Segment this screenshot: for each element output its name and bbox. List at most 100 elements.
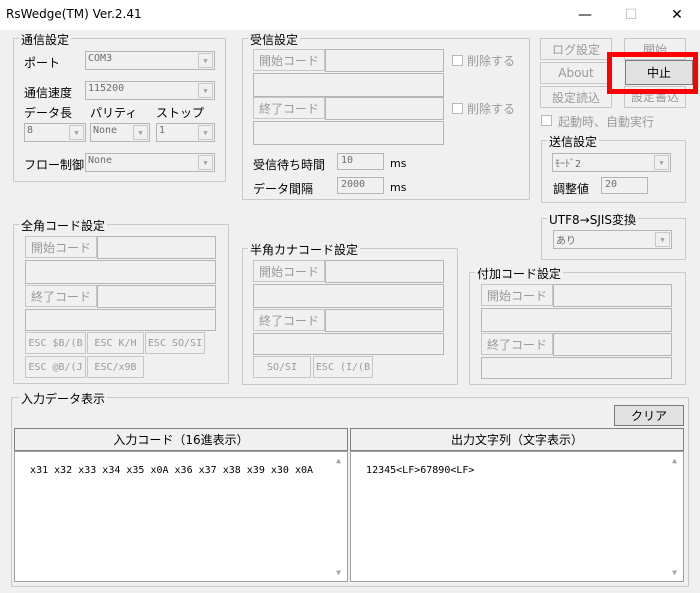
maximize-button[interactable]: ☐ [608,0,654,30]
data-interval-unit: ms [390,181,407,194]
parity-label: パリティ [90,106,138,120]
receive-start-code-field[interactable] [325,49,444,72]
input-code-header: 入力コード（16進表示） [14,428,348,451]
parity-select[interactable]: None ▼ [90,123,150,142]
esc-x9b-button[interactable]: ESC/x9B [87,356,144,378]
scroll-down-icon[interactable]: ▼ [666,564,683,581]
fullwidth-end-code-button[interactable]: 終了コード [25,285,97,307]
close-button[interactable]: ✕ [654,0,700,30]
load-settings-button[interactable]: 設定読込 [540,86,612,108]
comm-settings-legend: 通信設定 [19,31,72,48]
scroll-up-icon[interactable]: ▲ [666,452,683,469]
stop-bits-label: ストップ [156,106,205,120]
adjust-label: 調整値 [553,182,590,196]
highlight-box [607,52,698,94]
output-string-pane[interactable]: 12345<LF>67890<LF> ▲ ▼ [350,451,684,582]
adjust-input[interactable]: 20 [601,177,648,194]
halfkana-end-code-field[interactable] [325,309,444,332]
halfkana-start-code-button[interactable]: 開始コード [253,260,325,282]
speed-label: 通信速度 [24,86,73,100]
esc-b-j-button[interactable]: ESC @B/(J [25,356,86,378]
esc-kh-button[interactable]: ESC K/H [87,332,144,354]
title-bar: RsWedge(TM) Ver.2.41 — ☐ ✕ [0,0,700,30]
scroll-down-icon[interactable]: ▼ [330,564,347,581]
stop-bits-select[interactable]: 1 ▼ [156,123,215,142]
flow-control-label: フロー制御 [24,158,85,172]
flow-control-value: None [88,155,113,166]
autorun-label: 起動時、自動実行 [558,115,655,129]
add-end-code-value[interactable] [481,357,672,379]
add-code-legend: 付加コード設定 [475,265,564,282]
clear-button[interactable]: クリア [614,405,684,426]
chevron-down-icon: ▼ [198,125,213,140]
data-length-value: 8 [27,125,34,136]
receive-end-delete-label: 削除する [467,102,516,116]
chevron-down-icon: ▼ [133,125,148,140]
esc-so-si-button[interactable]: ESC SO/SI [145,332,205,354]
fullwidth-end-code-field[interactable] [97,285,216,308]
fullwidth-code-legend: 全角コード設定 [19,217,108,234]
receive-wait-label: 受信待ち時間 [253,158,326,172]
port-select[interactable]: COM3 ▼ [85,51,215,70]
receive-wait-unit: ms [390,157,407,170]
chevron-down-icon: ▼ [198,83,213,98]
esc-i-b-button[interactable]: ESC (I/(B [313,356,373,378]
data-interval-label: データ間隔 [253,182,314,196]
receive-start-code-value[interactable] [253,73,444,97]
fullwidth-start-code-value[interactable] [25,260,216,284]
halfkana-end-code-value[interactable] [253,333,444,355]
receive-end-delete-checkbox[interactable] [452,103,463,114]
scroll-up-icon[interactable]: ▲ [330,452,347,469]
utf8-sjis-select[interactable]: あり ▼ [553,230,672,249]
fullwidth-start-code-field[interactable] [97,236,216,259]
input-code-text: x31 x32 x33 x34 x35 x0A x36 x37 x38 x39 … [30,465,314,476]
stop-bits-value: 1 [159,125,166,136]
halfkana-end-code-button[interactable]: 終了コード [253,309,325,331]
receive-settings-legend: 受信設定 [248,31,301,48]
fullwidth-end-code-value[interactable] [25,309,216,331]
chevron-down-icon: ▼ [654,155,669,170]
input-code-pane[interactable]: x31 x32 x33 x34 x35 x0A x36 x37 x38 x39 … [14,451,348,582]
utf8-sjis-legend: UTF8→SJIS変換 [547,211,639,228]
data-interval-input[interactable]: 2000 [337,177,384,194]
output-string-header: 出力文字列（文字表示） [350,428,684,451]
send-mode-value: ﾓｰﾄﾞ2 [555,159,582,170]
so-si-button[interactable]: SO/SI [253,356,311,378]
speed-value: 115200 [88,83,125,94]
autorun-checkbox[interactable] [541,115,552,126]
receive-end-code-button[interactable]: 終了コード [253,97,325,119]
chevron-down-icon: ▼ [198,155,213,170]
receive-start-delete-checkbox[interactable] [452,55,463,66]
halfkana-start-code-field[interactable] [325,260,444,283]
port-label: ポート [24,56,61,70]
output-string-text: 12345<LF>67890<LF> [366,465,475,476]
input-display-legend: 入力データ表示 [19,390,108,407]
add-end-code-button[interactable]: 終了コード [481,333,553,355]
output-scrollbar[interactable]: ▲ ▼ [666,452,683,581]
add-start-code-button[interactable]: 開始コード [481,284,553,306]
chevron-down-icon: ▼ [655,232,670,247]
receive-start-code-button[interactable]: 開始コード [253,49,325,71]
add-start-code-value[interactable] [481,308,672,332]
window-title: RsWedge(TM) Ver.2.41 [6,7,142,21]
receive-end-code-value[interactable] [253,121,444,145]
utf8-sjis-value: あり [556,236,576,247]
add-start-code-field[interactable] [553,284,672,307]
flow-control-select[interactable]: None ▼ [85,153,215,172]
log-settings-button[interactable]: ログ設定 [540,38,612,60]
add-end-code-field[interactable] [553,333,672,356]
parity-value: None [93,125,118,136]
halfkana-start-code-value[interactable] [253,284,444,308]
data-length-select[interactable]: 8 ▼ [24,123,86,142]
chevron-down-icon: ▼ [69,125,84,140]
fullwidth-start-code-button[interactable]: 開始コード [25,236,97,258]
input-scrollbar[interactable]: ▲ ▼ [330,452,347,581]
speed-select[interactable]: 115200 ▼ [85,81,215,100]
esc-b-b-button[interactable]: ESC $B/(B [25,332,86,354]
receive-end-code-field[interactable] [325,97,444,120]
minimize-button[interactable]: — [562,0,608,30]
about-button[interactable]: About [540,62,612,84]
send-mode-select[interactable]: ﾓｰﾄﾞ2 ▼ [552,153,671,172]
receive-wait-input[interactable]: 10 [337,153,384,170]
chevron-down-icon: ▼ [198,53,213,68]
